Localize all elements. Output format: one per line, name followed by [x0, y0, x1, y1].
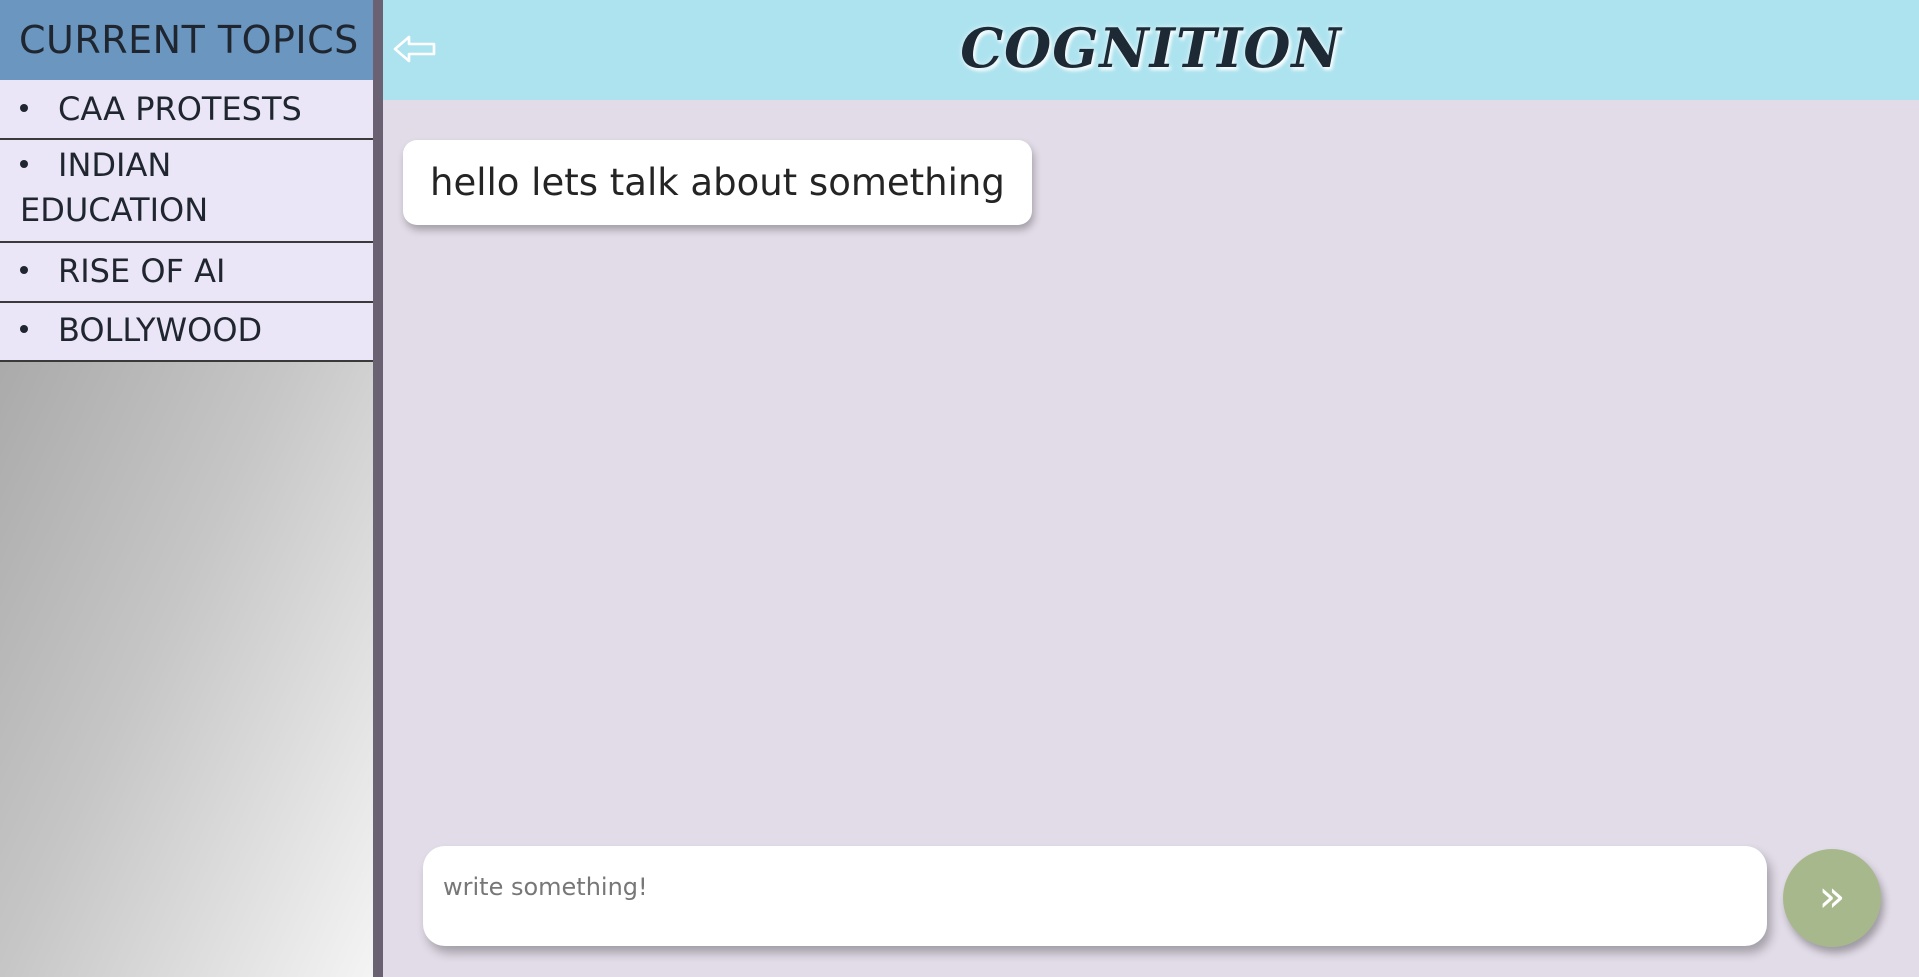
- message-input[interactable]: [441, 846, 1745, 928]
- topic-label: INDIAN EDUCATION: [20, 146, 209, 229]
- topic-label: CAA PROTESTS: [58, 90, 302, 128]
- topic-list: CAA PROTESTS INDIAN EDUCATION RISE OF AI…: [0, 80, 373, 362]
- bullet-icon: [20, 104, 28, 112]
- topic-label: BOLLYWOOD: [58, 311, 263, 349]
- sidebar-title: CURRENT TOPICS: [19, 18, 359, 62]
- sidebar: CURRENT TOPICS CAA PROTESTS INDIAN EDUCA…: [0, 0, 373, 977]
- chat-area: hello lets talk about something »: [383, 100, 1919, 977]
- bullet-icon: [20, 160, 28, 168]
- chat-message-bubble: hello lets talk about something: [403, 140, 1032, 225]
- bullet-icon: [20, 266, 28, 274]
- topic-item-rise-of-ai[interactable]: RISE OF AI: [0, 243, 373, 303]
- topic-item-indian-education[interactable]: INDIAN EDUCATION: [0, 140, 373, 243]
- header-bar: COGNITION: [383, 0, 1919, 100]
- topic-item-bollywood[interactable]: BOLLYWOOD: [0, 303, 373, 362]
- topic-item-caa-protests[interactable]: CAA PROTESTS: [0, 80, 373, 140]
- sidebar-divider: [373, 0, 383, 977]
- bullet-icon: [20, 325, 28, 333]
- message-input-container: [423, 846, 1767, 946]
- topic-label: RISE OF AI: [58, 252, 226, 290]
- sidebar-header: CURRENT TOPICS: [0, 0, 373, 80]
- app-title: COGNITION: [960, 16, 1342, 80]
- send-button[interactable]: »: [1783, 849, 1881, 947]
